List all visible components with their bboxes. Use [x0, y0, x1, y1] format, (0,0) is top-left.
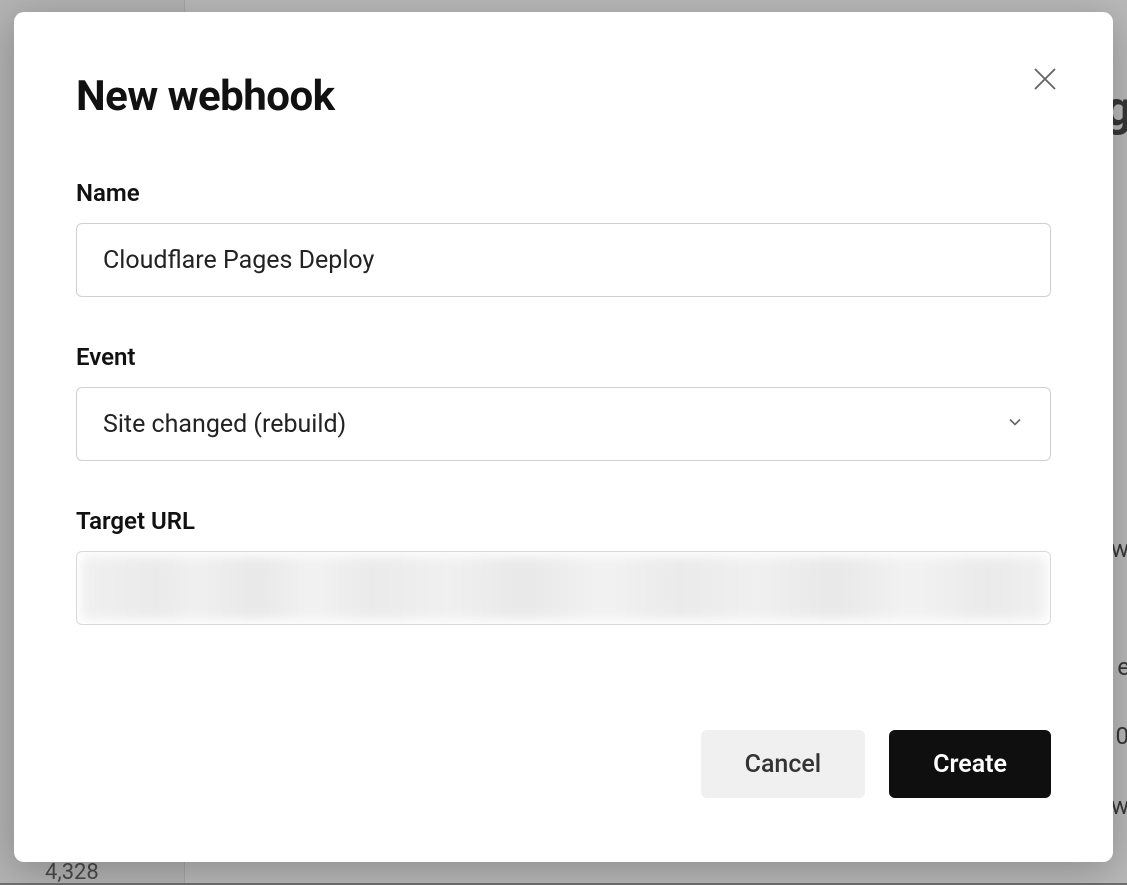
redacted-content [81, 556, 1046, 620]
cancel-button[interactable]: Cancel [701, 730, 866, 798]
event-label: Event [76, 343, 1051, 371]
create-button[interactable]: Create [889, 730, 1051, 798]
close-icon [1030, 64, 1060, 97]
target-url-input[interactable] [76, 551, 1051, 625]
modal-title: New webhook [76, 72, 1051, 121]
name-label: Name [76, 179, 1051, 207]
modal-actions: Cancel Create [701, 730, 1051, 798]
close-button[interactable] [1025, 60, 1065, 100]
event-select-wrapper: Site changed (rebuild) [76, 387, 1051, 461]
form-group-target-url: Target URL [76, 507, 1051, 625]
form-group-event: Event Site changed (rebuild) [76, 343, 1051, 461]
new-webhook-modal: New webhook Name Event Site changed (reb… [14, 12, 1113, 862]
name-input[interactable] [76, 223, 1051, 297]
target-url-label: Target URL [76, 507, 1051, 535]
event-select[interactable]: Site changed (rebuild) [76, 387, 1051, 461]
form-group-name: Name [76, 179, 1051, 297]
